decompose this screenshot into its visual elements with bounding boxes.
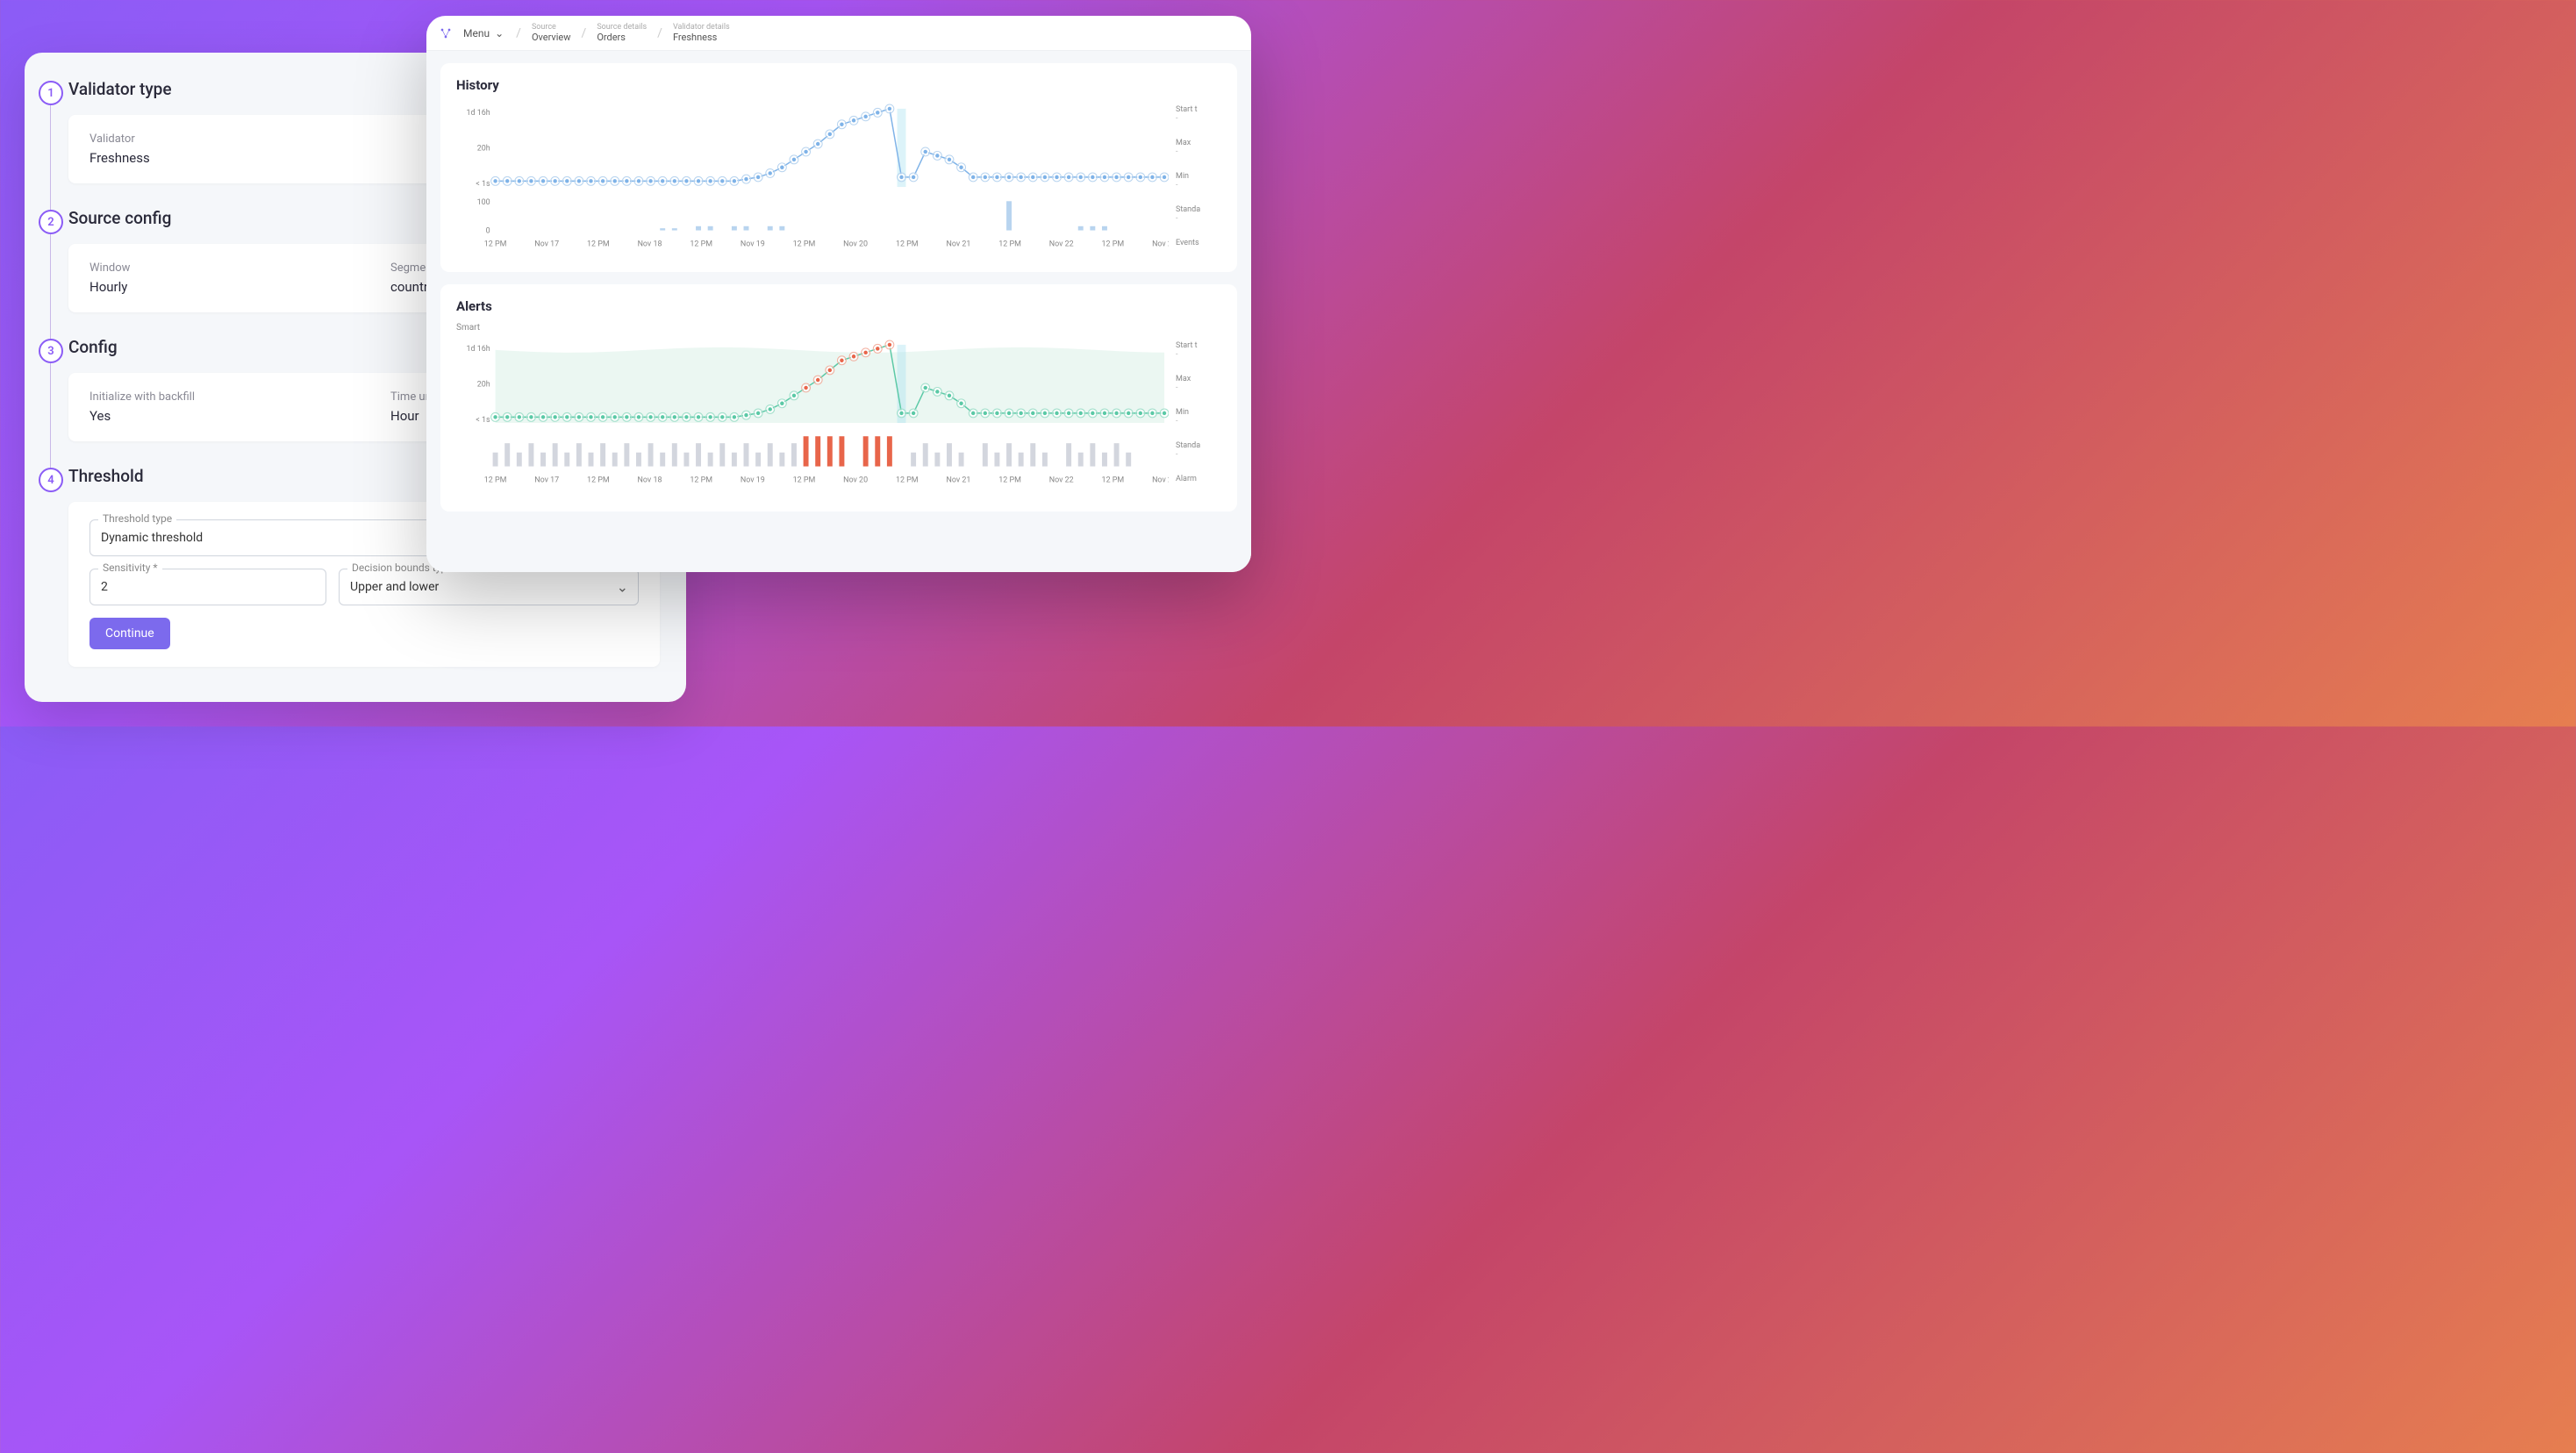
menu-button[interactable]: Menu ⌄ bbox=[458, 25, 509, 41]
svg-text:12 PM: 12 PM bbox=[587, 476, 610, 484]
svg-text:Nov 17: Nov 17 bbox=[534, 240, 559, 248]
step-connector bbox=[50, 363, 51, 471]
svg-text:Nov 22: Nov 22 bbox=[1049, 476, 1074, 484]
svg-text:100: 100 bbox=[477, 198, 490, 207]
svg-text:12 PM: 12 PM bbox=[1102, 240, 1125, 248]
svg-text:Nov 19: Nov 19 bbox=[741, 476, 765, 484]
breadcrumb-bar: Menu ⌄ / Source Overview / Source detail… bbox=[426, 16, 1251, 51]
step-number: 3 bbox=[39, 339, 63, 363]
svg-text:1d 16h: 1d 16h bbox=[466, 345, 490, 354]
field-label: Initialize with backfill bbox=[89, 390, 338, 404]
field-label: Sensitivity * bbox=[98, 562, 162, 574]
svg-text:Nov 18: Nov 18 bbox=[638, 476, 662, 484]
svg-text:Nov 19: Nov 19 bbox=[741, 240, 765, 248]
svg-text:Nov 21: Nov 21 bbox=[946, 476, 970, 484]
sensitivity-input[interactable] bbox=[89, 569, 326, 605]
chart-subtitle: Smart bbox=[456, 323, 1221, 333]
chart-title: Alerts bbox=[456, 298, 1221, 314]
step-connector bbox=[50, 234, 51, 342]
step-number: 4 bbox=[39, 468, 63, 492]
svg-text:12 PM: 12 PM bbox=[1102, 476, 1125, 484]
svg-text:Nov 22: Nov 22 bbox=[1049, 240, 1074, 248]
svg-text:12 PM: 12 PM bbox=[587, 240, 610, 248]
history-chart-card: History 1d 16h 20h < 1s 100 0 12 PM Nov 17 12 P… bbox=[440, 63, 1237, 272]
field-value: Hour bbox=[390, 408, 419, 424]
analytics-panel: Menu ⌄ / Source Overview / Source detail… bbox=[426, 16, 1251, 572]
svg-text:< 1s: < 1s bbox=[476, 416, 490, 425]
breadcrumb-separator: / bbox=[580, 26, 589, 40]
svg-text:Nov 21: Nov 21 bbox=[946, 240, 970, 248]
alerts-chart[interactable]: 1d 16h 20h < 1s 12 PM Nov 17 12 PM Nov 18 12 PM… bbox=[456, 338, 1169, 503]
chevron-down-icon: ⌄ bbox=[495, 27, 504, 39]
svg-text:12 PM: 12 PM bbox=[896, 476, 919, 484]
decision-bounds-select[interactable]: Upper and lower bbox=[339, 569, 639, 605]
svg-text:Nov 23: Nov 23 bbox=[1152, 240, 1169, 248]
logo-icon bbox=[439, 26, 453, 40]
svg-text:1d 16h: 1d 16h bbox=[466, 109, 490, 118]
history-chart[interactable]: 1d 16h 20h < 1s 100 0 12 PM Nov 17 12 PM Nov 18 1… bbox=[456, 102, 1169, 258]
svg-text:Nov 20: Nov 20 bbox=[843, 240, 868, 248]
step-number: 1 bbox=[39, 81, 63, 105]
breadcrumb-source-details[interactable]: Source details Orders bbox=[593, 23, 650, 44]
continue-button[interactable]: Continue bbox=[89, 618, 170, 649]
svg-text:Nov 18: Nov 18 bbox=[638, 240, 662, 248]
svg-text:12 PM: 12 PM bbox=[793, 476, 816, 484]
breadcrumb-validator-details[interactable]: Validator details Freshness bbox=[669, 23, 733, 44]
svg-text:Nov 17: Nov 17 bbox=[534, 476, 559, 484]
breadcrumb-separator: / bbox=[655, 26, 664, 40]
breadcrumb-separator: / bbox=[514, 26, 523, 40]
step-connector bbox=[50, 105, 51, 213]
svg-text:20h: 20h bbox=[477, 380, 490, 389]
svg-text:< 1s: < 1s bbox=[476, 180, 490, 189]
chart-legend-side: Start t-Max-Min-Standa-Events bbox=[1176, 102, 1221, 263]
svg-text:Nov 23: Nov 23 bbox=[1152, 476, 1169, 484]
svg-text:12 PM: 12 PM bbox=[484, 476, 507, 484]
svg-text:Nov 20: Nov 20 bbox=[843, 476, 868, 484]
field-value: Freshness bbox=[89, 150, 150, 166]
svg-text:0: 0 bbox=[486, 227, 490, 236]
alerts-chart-card: Alerts Smart 1d 16h 20h < 1s 12 PM Nov 17 12 … bbox=[440, 284, 1237, 512]
chart-legend-side: Start t-Max-Min-Standa-Alarm bbox=[1176, 338, 1221, 503]
svg-text:12 PM: 12 PM bbox=[690, 476, 712, 484]
field-label: Threshold type bbox=[98, 512, 176, 525]
breadcrumb-source[interactable]: Source Overview bbox=[528, 23, 575, 44]
svg-text:12 PM: 12 PM bbox=[484, 240, 507, 248]
svg-text:12 PM: 12 PM bbox=[793, 240, 816, 248]
chart-title: History bbox=[456, 77, 1221, 93]
field-value: Yes bbox=[89, 408, 111, 424]
step-number: 2 bbox=[39, 210, 63, 234]
svg-text:12 PM: 12 PM bbox=[998, 240, 1021, 248]
svg-text:12 PM: 12 PM bbox=[896, 240, 919, 248]
field-label: Window bbox=[89, 261, 338, 275]
svg-text:20h: 20h bbox=[477, 144, 490, 153]
svg-text:12 PM: 12 PM bbox=[690, 240, 712, 248]
field-value: Hourly bbox=[89, 279, 127, 295]
svg-text:12 PM: 12 PM bbox=[998, 476, 1021, 484]
